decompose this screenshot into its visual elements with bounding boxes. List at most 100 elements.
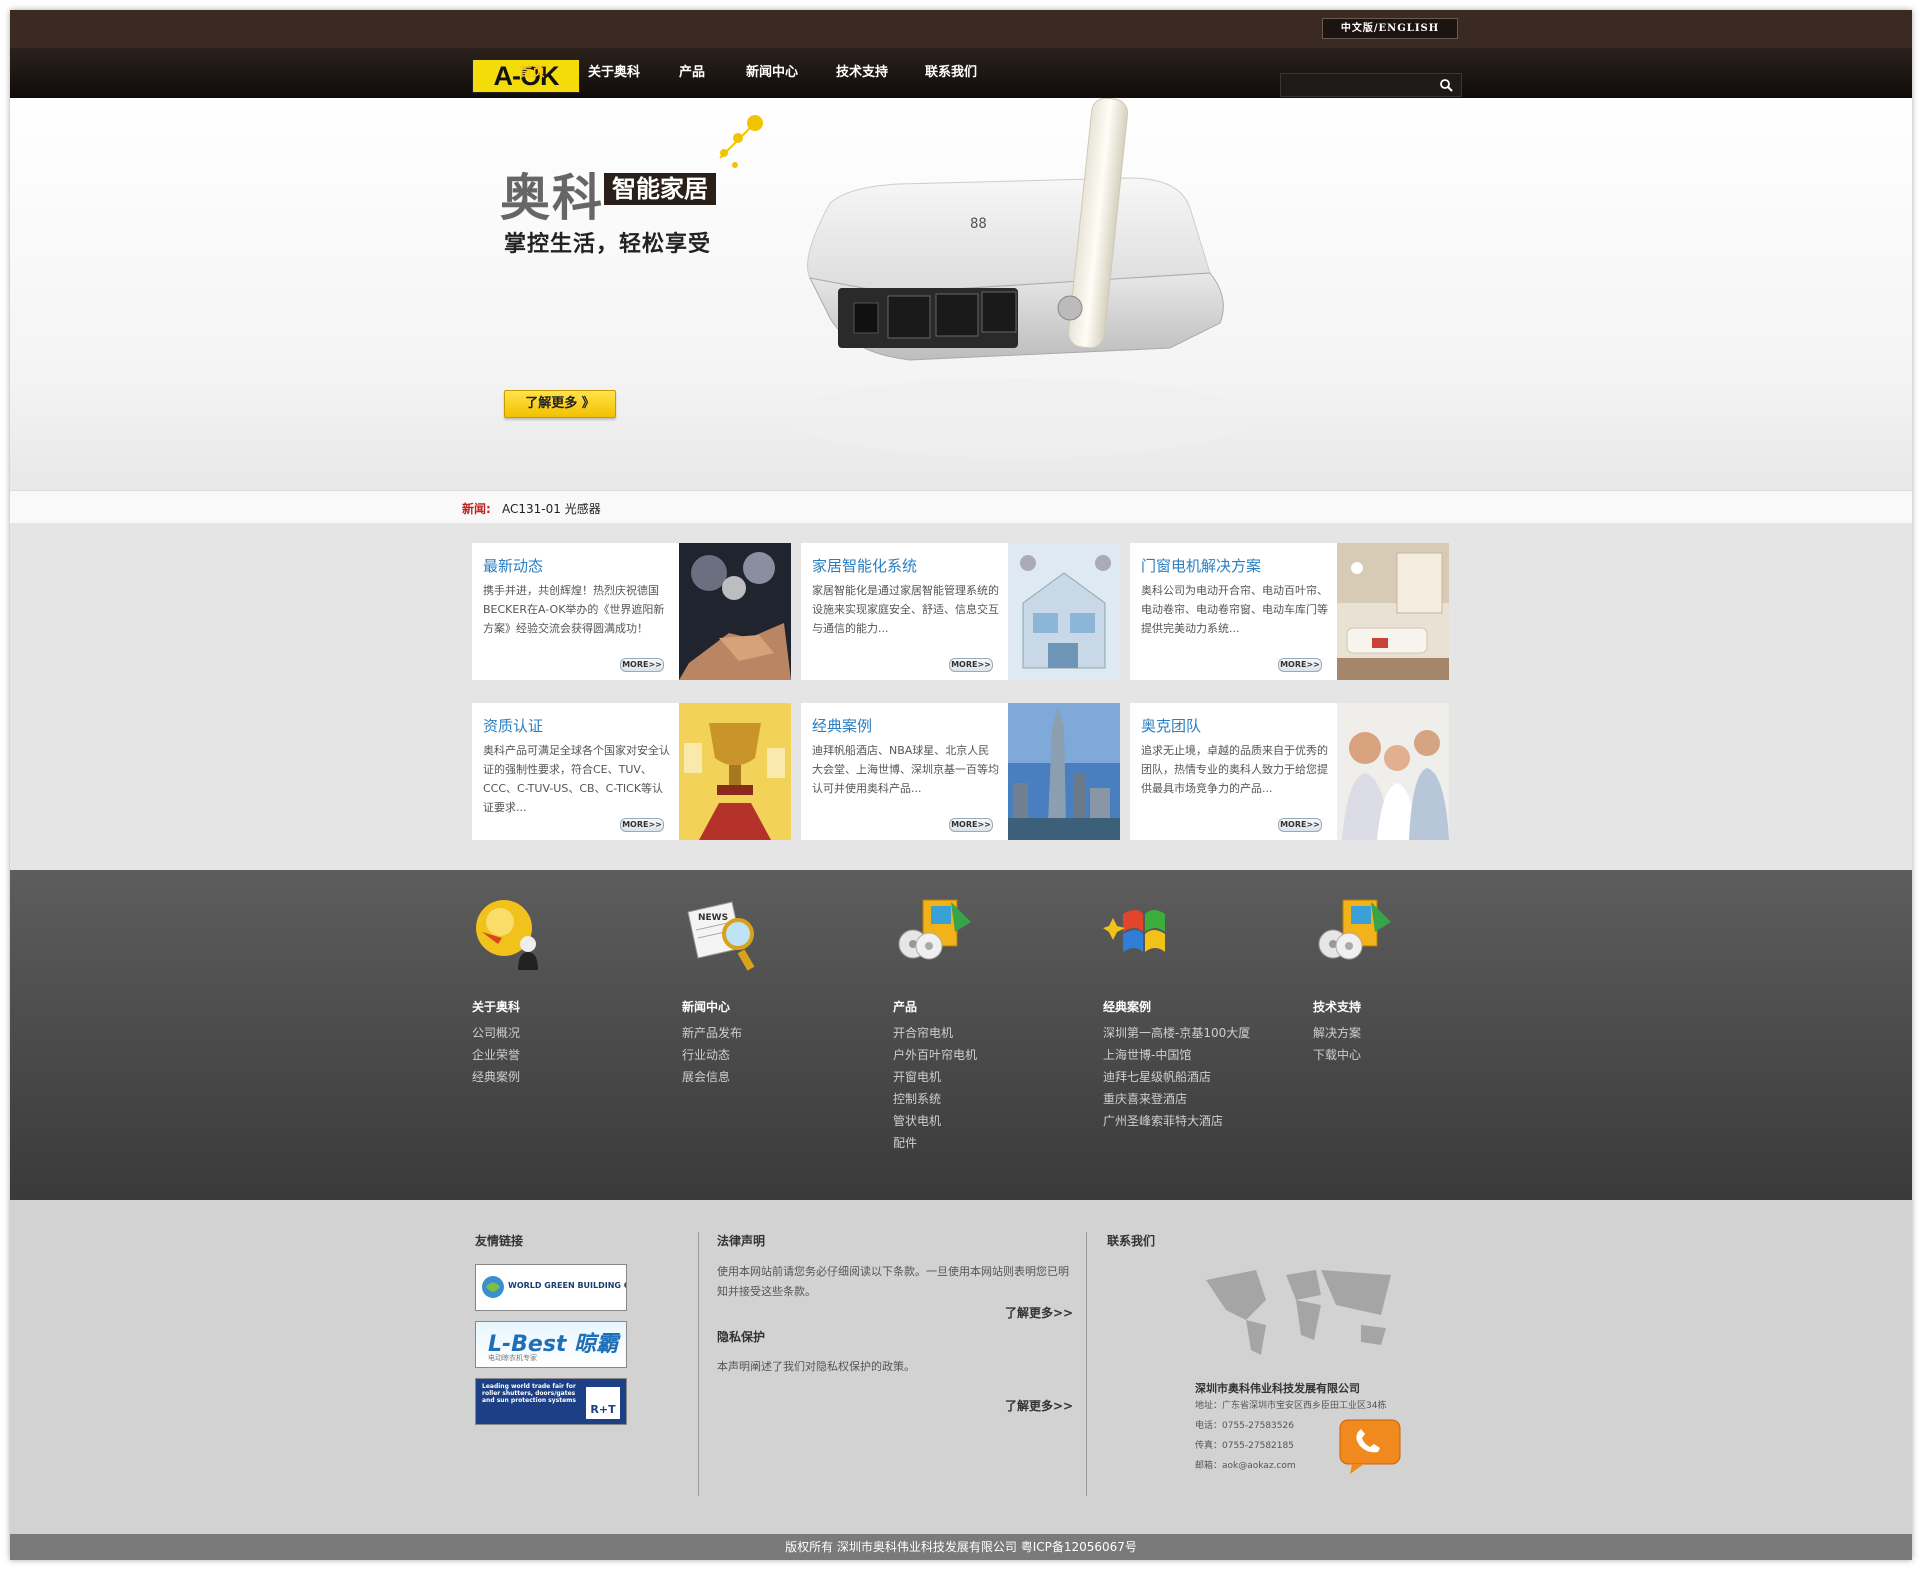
team-photo-image bbox=[1337, 703, 1449, 840]
sitemap-link[interactable]: 控制系统 bbox=[893, 1088, 977, 1110]
card-motor-solution: 门窗电机解决方案 奥科公司为电动开合帘、电动百叶帘、电动卷帘、电动卷帘窗、电动车… bbox=[1130, 543, 1449, 680]
more-button[interactable]: MORE>> bbox=[949, 658, 993, 672]
decorative-dots-icon bbox=[719, 115, 763, 168]
learn-more-button[interactable]: 了解更多 》 bbox=[504, 390, 616, 418]
legal-title: 法律声明 bbox=[717, 1234, 766, 1248]
card-title[interactable]: 资质认证 bbox=[483, 715, 543, 736]
hero-banner: 奥科 智能家居 掌控生活，轻松享受 了解更多 》 88 bbox=[10, 98, 1912, 490]
skyscraper-image bbox=[1008, 703, 1120, 840]
banner-tag: 智能家居 bbox=[604, 173, 716, 205]
sitemap-title[interactable]: 产品 bbox=[893, 998, 917, 1015]
company-phone: 电话：0755-27583526 bbox=[1195, 1421, 1294, 1431]
more-button[interactable]: MORE>> bbox=[1278, 658, 1322, 672]
sitemap-link[interactable]: 解决方案 bbox=[1313, 1022, 1361, 1044]
search-icon[interactable] bbox=[1439, 78, 1453, 92]
nav-about[interactable]: 关于奥科 bbox=[588, 48, 640, 98]
wgbc-logo-icon bbox=[482, 1276, 504, 1298]
smart-home-diagram-image bbox=[1008, 543, 1120, 680]
sitemap-link[interactable]: 展会信息 bbox=[682, 1066, 742, 1088]
handshake-image bbox=[679, 543, 791, 680]
nav-products[interactable]: 产品 bbox=[679, 48, 705, 98]
sitemap-link[interactable]: 公司概况 bbox=[472, 1022, 520, 1044]
card-certification: 资质认证 奥科产品可满足全球各个国家对安全认证的强制性要求，符合CE、TUV、C… bbox=[472, 703, 791, 840]
news-item-link[interactable]: AC131-01 光感器 bbox=[502, 500, 601, 517]
nav-contact[interactable]: 联系我们 bbox=[925, 48, 977, 98]
nav-support[interactable]: 技术支持 bbox=[836, 48, 888, 98]
sitemap-link[interactable]: 新产品发布 bbox=[682, 1022, 742, 1044]
more-button[interactable]: MORE>> bbox=[620, 658, 664, 672]
friend-link-lbest[interactable]: L-Best 晾霸 电动晾衣机专家 bbox=[475, 1321, 627, 1368]
sitemap-link[interactable]: 开窗电机 bbox=[893, 1066, 977, 1088]
nav-news[interactable]: 新闻中心 bbox=[746, 48, 798, 98]
sitemap-link[interactable]: 深圳第一高楼-京基100大厦 bbox=[1103, 1022, 1250, 1044]
router-image: 88 bbox=[790, 98, 1250, 458]
legal-text: 使用本网站前请您务必仔细阅读以下条款。一旦使用本网站则表明您已明知并接受这些条款… bbox=[717, 1265, 1069, 1298]
news-ticker: 新闻: AC131-01 光感器 bbox=[10, 490, 1912, 525]
friend-link-wgbc[interactable]: WORLD GREEN BUILDING COUNCIL bbox=[475, 1264, 627, 1311]
footer-info: 友情链接 WORLD GREEN BUILDING COUNCIL L-Best… bbox=[10, 1200, 1912, 1534]
privacy-title: 隐私保护 bbox=[717, 1330, 766, 1344]
sitemap-link[interactable]: 企业荣誉 bbox=[472, 1044, 520, 1066]
sitemap-link[interactable]: 开合帘电机 bbox=[893, 1022, 977, 1044]
friend-link-caption: 电动晾衣机专家 bbox=[488, 1354, 537, 1362]
divider bbox=[1086, 1232, 1087, 1496]
trophy-image bbox=[679, 703, 791, 840]
privacy-text: 本声明阐述了我们对隐私权保护的政策。 bbox=[717, 1360, 915, 1373]
nav-home[interactable]: 首页 bbox=[519, 48, 545, 98]
card-desc: 奥科公司为电动开合帘、电动百叶帘、电动卷帘、电动卷帘窗、电动车库门等提供完美动力… bbox=[1141, 584, 1328, 635]
card-title[interactable]: 门窗电机解决方案 bbox=[1141, 555, 1261, 576]
sitemap-link[interactable]: 下载中心 bbox=[1313, 1044, 1361, 1066]
nav-bar: A-OK 首页 关于奥科 产品 新闻中心 技术支持 联系我们 bbox=[10, 48, 1912, 98]
privacy-more-link[interactable]: 了解更多>> bbox=[1005, 1397, 1073, 1414]
more-button[interactable]: MORE>> bbox=[1278, 818, 1322, 832]
friend-link-caption: Leading world trade fair for roller shut… bbox=[482, 1383, 576, 1404]
top-bar: 中文版/ENGLISH bbox=[10, 10, 1912, 48]
language-switch[interactable]: 中文版/ENGLISH bbox=[1322, 18, 1458, 39]
friend-link-label: R+T bbox=[586, 1387, 620, 1419]
feature-cards: 最新动态 携手并进，共创辉煌！热烈庆祝德国BECKER在A-OK举办的《世界遮阳… bbox=[10, 523, 1912, 870]
phone-bubble-icon bbox=[1339, 1419, 1401, 1474]
software-box-icon bbox=[1318, 899, 1391, 960]
sitemap-title[interactable]: 技术支持 bbox=[1313, 998, 1361, 1015]
sitemap-link[interactable]: 上海世博-中国馆 bbox=[1103, 1044, 1250, 1066]
newspaper-magnifier-icon: NEWS bbox=[687, 901, 755, 971]
more-button[interactable]: MORE>> bbox=[949, 818, 993, 832]
card-title[interactable]: 家居智能化系统 bbox=[812, 555, 917, 576]
contact-title: 联系我们 bbox=[1107, 1234, 1156, 1248]
world-map-icon bbox=[1206, 1270, 1391, 1355]
search-input[interactable] bbox=[1285, 76, 1429, 94]
friends-title: 友情链接 bbox=[475, 1234, 524, 1248]
card-title[interactable]: 经典案例 bbox=[812, 715, 872, 736]
sitemap-title[interactable]: 经典案例 bbox=[1103, 998, 1151, 1015]
sitemap-link[interactable]: 重庆喜来登酒店 bbox=[1103, 1088, 1250, 1110]
news-label: 新闻: bbox=[462, 502, 491, 516]
legal-more-link[interactable]: 了解更多>> bbox=[1005, 1304, 1073, 1321]
card-desc: 奥科产品可满足全球各个国家对安全认证的强制性要求，符合CE、TUV、CCC、C-… bbox=[483, 744, 670, 814]
sitemap-link[interactable]: 经典案例 bbox=[472, 1066, 520, 1088]
sitemap-title[interactable]: 关于奥科 bbox=[472, 998, 520, 1015]
sitemap-link[interactable]: 行业动态 bbox=[682, 1044, 742, 1066]
sitemap-link[interactable]: 户外百叶帘电机 bbox=[893, 1044, 977, 1066]
windows-flag-icon bbox=[1103, 910, 1165, 952]
card-classic-cases: 经典案例 迪拜帆船酒店、NBA球星、北京人民大会堂、上海世博、深圳京基一百等均认… bbox=[801, 703, 1120, 840]
card-title[interactable]: 最新动态 bbox=[483, 555, 543, 576]
divider bbox=[698, 1232, 699, 1496]
svg-text:88: 88 bbox=[970, 216, 987, 232]
sitemap-link[interactable]: 配件 bbox=[893, 1132, 977, 1154]
card-title[interactable]: 奥克团队 bbox=[1141, 715, 1201, 736]
svg-text:NEWS: NEWS bbox=[698, 913, 728, 923]
sitemap-link[interactable]: 广州圣峰索菲特大酒店 bbox=[1103, 1110, 1250, 1132]
friend-link-rt[interactable]: Leading world trade fair for roller shut… bbox=[475, 1378, 627, 1425]
sitemap-link[interactable]: 迪拜七星级帆船酒店 bbox=[1103, 1066, 1250, 1088]
sitemap-section: 关于奥科 公司概况 企业荣誉 经典案例 NEWS 新闻中心 新产品发布 行业动态… bbox=[10, 870, 1912, 1200]
card-desc: 携手并进，共创辉煌！热烈庆祝德国BECKER在A-OK举办的《世界遮阳新方案》经… bbox=[483, 584, 665, 635]
card-desc: 家居智能化是通过家居智能管理系统的设施来实现家庭安全、舒适、信息交互与通信的能力… bbox=[812, 584, 999, 635]
living-room-image bbox=[1337, 543, 1449, 680]
company-email[interactable]: 邮箱：aok@aokaz.com bbox=[1195, 1458, 1296, 1471]
company-name: 深圳市奥科伟业科技发展有限公司 bbox=[1195, 1382, 1360, 1395]
sitemap-title[interactable]: 新闻中心 bbox=[682, 998, 730, 1015]
banner-slogan: 掌控生活，轻松享受 bbox=[504, 232, 712, 257]
more-button[interactable]: MORE>> bbox=[620, 818, 664, 832]
friend-link-label: WORLD GREEN BUILDING COUNCIL bbox=[508, 1281, 626, 1290]
sitemap-link[interactable]: 管状电机 bbox=[893, 1110, 977, 1132]
